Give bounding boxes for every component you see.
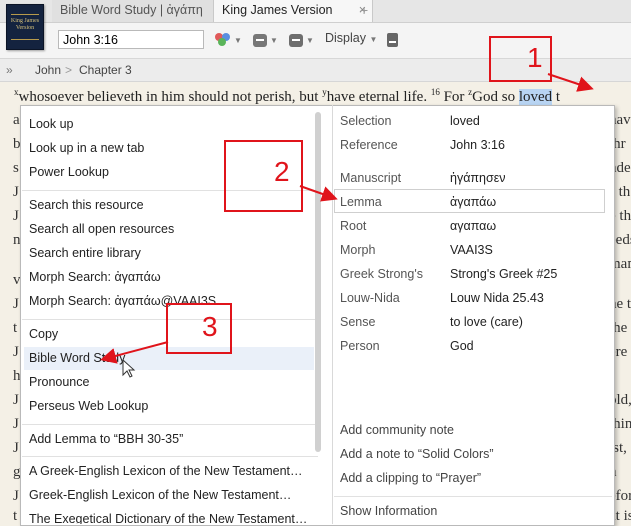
cover-title: King James Version: [10, 18, 40, 31]
mouse-cursor-icon: [122, 359, 136, 378]
resource-cover-icon[interactable]: King James Version: [6, 4, 44, 50]
callout-arrows: [100, 73, 594, 364]
